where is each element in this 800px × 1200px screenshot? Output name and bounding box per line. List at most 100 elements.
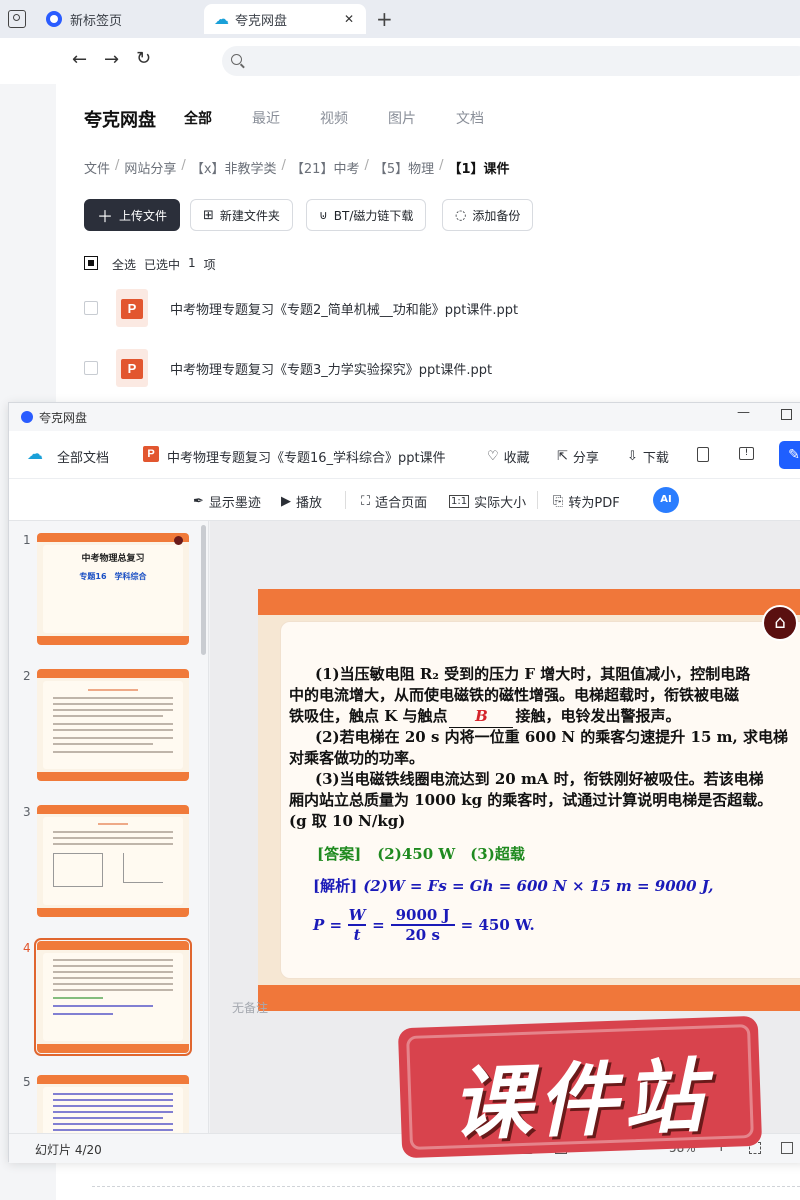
- file-checkbox[interactable]: [84, 301, 98, 315]
- viewer-subtoolbar: ✒ 显示墨迹 ▶ 播放 ⛶ 适合页面 1:1 实际大小 ⎘ 转为PDF AI: [9, 479, 800, 521]
- close-tab-icon[interactable]: ✕: [344, 12, 354, 26]
- select-all-checkbox[interactable]: [84, 256, 98, 270]
- notes-placeholder[interactable]: 无备注: [232, 999, 268, 1016]
- slide-thumbnail[interactable]: [37, 1075, 189, 1133]
- add-backup-button[interactable]: ◌ 添加备份: [442, 199, 534, 231]
- question-1c-before: 铁吸住，触点 K 与触点: [289, 707, 448, 725]
- select-all-label[interactable]: 全选: [112, 256, 136, 273]
- thumbnail-number: 3: [23, 805, 31, 819]
- file-row[interactable]: P 中考物理专题复习《专题3_力学实验探究》ppt课件.ppt: [56, 344, 800, 392]
- cloud-icon: ☁: [27, 444, 43, 463]
- current-slide: (1)当压敏电阻 R₂ 受到的压力 F 增大时，其阻值减小，控制电路 中的电流增…: [258, 589, 800, 1011]
- forward-icon[interactable]: →: [104, 49, 119, 70]
- edit-icon[interactable]: ✎: [779, 441, 800, 469]
- viewer-toolbar: ☁ 全部文档 P 中考物理专题复习《专题16_学科综合》ppt课件 ♡ 收藏 ⇱…: [9, 431, 800, 479]
- selection-status: 已选中 1 项: [144, 256, 216, 273]
- tab-new-tab[interactable]: 新标签页: [38, 4, 200, 34]
- slide-thumbnail-current[interactable]: [34, 938, 192, 1056]
- thumbnail-scrollbar[interactable]: [201, 525, 206, 655]
- home-icon[interactable]: ⌂: [762, 605, 798, 641]
- breadcrumb: 文件 / 网站分享 / 【x】非教学类 / 【21】中考 / 【5】物理 / 【…: [84, 158, 510, 177]
- maximize-icon[interactable]: [781, 409, 792, 420]
- to-pdf-label: 转为PDF: [568, 496, 620, 511]
- new-tab-button[interactable]: +: [376, 7, 393, 31]
- slide-thumbnail[interactable]: 中考物理总复习 专题16 学科综合: [37, 533, 189, 645]
- question-2a: (2)若电梯在 20 s 内将一位重 600 N 的乘客匀速提升 15 m, 求…: [315, 728, 788, 746]
- cloud-icon: ☁: [214, 10, 229, 28]
- fraction-value: 9000 J 20 s: [390, 906, 455, 944]
- tab-search-icon[interactable]: [8, 10, 26, 28]
- address-bar[interactable]: [222, 46, 800, 76]
- file-checkbox[interactable]: [84, 361, 98, 375]
- export-icon[interactable]: [697, 447, 709, 462]
- ink-icon: ✒: [193, 494, 204, 509]
- thumbnail-number: 1: [23, 533, 31, 547]
- thumbnail-title: 中考物理总复习: [81, 554, 145, 564]
- question-1a: (1)当压敏电阻 R₂ 受到的压力 F 增大时，其阻值减小，控制电路: [315, 665, 751, 683]
- thumbnail-subtitle: 专题16 学科综合: [79, 572, 147, 581]
- fit-page-button[interactable]: ⛶ 适合页面: [361, 492, 427, 511]
- show-ink-button[interactable]: ✒ 显示墨迹: [193, 492, 261, 511]
- share-button[interactable]: ⇱ 分享: [557, 447, 599, 466]
- watermark-stamp: 课件站: [397, 1015, 763, 1159]
- nav-video[interactable]: 视频: [320, 108, 348, 128]
- nav-all[interactable]: 全部: [184, 108, 212, 128]
- home-icon: [174, 536, 183, 545]
- slide-content-card: (1)当压敏电阻 R₂ 受到的压力 F 增大时，其阻值减小，控制电路 中的电流增…: [280, 621, 800, 979]
- download-button[interactable]: ⇩ 下载: [627, 447, 669, 466]
- share-icon: ⇱: [557, 449, 568, 464]
- nav-image[interactable]: 图片: [388, 108, 416, 128]
- new-folder-button[interactable]: ⊞ 新建文件夹: [190, 199, 293, 231]
- reload-icon[interactable]: ↻: [136, 48, 151, 69]
- fit-page-label: 适合页面: [375, 496, 428, 511]
- upload-label: 上传文件: [119, 208, 168, 223]
- favorite-label: 收藏: [503, 451, 530, 466]
- actual-size-button[interactable]: 1:1 实际大小: [449, 492, 526, 511]
- slide-thumbnail[interactable]: [37, 805, 189, 917]
- viewer-window-title: 夸克网盘: [39, 411, 88, 425]
- upload-button[interactable]: ＋ 上传文件: [84, 199, 181, 231]
- breadcrumb-separator: /: [439, 158, 444, 173]
- question-2b: 对乘客做功的功率。: [289, 749, 425, 767]
- breadcrumb-item[interactable]: 【5】物理: [374, 158, 434, 177]
- fullscreen-icon[interactable]: [781, 1142, 793, 1154]
- favorite-button[interactable]: ♡ 收藏: [487, 447, 530, 466]
- show-ink-label: 显示墨迹: [208, 496, 261, 511]
- breadcrumb-separator: /: [115, 158, 120, 173]
- file-row[interactable]: P 中考物理专题复习《专题2_简单机械__功和能》ppt课件.ppt: [56, 284, 800, 332]
- play-button[interactable]: ▶ 播放: [281, 492, 322, 511]
- breadcrumb-item[interactable]: 【21】中考: [291, 158, 360, 177]
- file-name[interactable]: 中考物理专题复习《专题2_简单机械__功和能》ppt课件.ppt: [170, 299, 518, 318]
- question-1b: 中的电流增大，从而使电磁铁的磁性增强。电梯超载时，衔铁被电磁: [289, 686, 740, 704]
- answer-line: [答案] (2)450 W (3)超载: [317, 844, 800, 865]
- quark-logo-icon: [21, 411, 33, 423]
- all-docs-link[interactable]: 全部文档: [57, 447, 109, 466]
- watermark-text: 课件站: [449, 1049, 712, 1152]
- analysis-label: [解析]: [313, 877, 358, 895]
- browser-tab-bar: 新标签页 ☁ 夸克网盘 ✕ +: [0, 0, 800, 38]
- feedback-icon[interactable]: !: [739, 447, 754, 460]
- bt-download-button[interactable]: ⊍ BT/磁力链下载: [306, 199, 427, 231]
- breadcrumb-separator: /: [281, 158, 286, 173]
- actual-size-icon: 1:1: [449, 495, 470, 508]
- minimize-icon[interactable]: —: [737, 405, 750, 420]
- file-name[interactable]: 中考物理专题复习《专题3_力学实验探究》ppt课件.ppt: [170, 359, 492, 378]
- to-pdf-button[interactable]: ⎘ 转为PDF: [553, 492, 620, 511]
- breadcrumb-item[interactable]: 文件: [84, 158, 110, 177]
- slide-thumbnail[interactable]: [37, 669, 189, 781]
- nav-doc[interactable]: 文档: [456, 108, 484, 128]
- ai-assistant-icon[interactable]: AI: [653, 487, 679, 513]
- nav-recent[interactable]: 最近: [252, 108, 280, 128]
- tab-quark-pan[interactable]: ☁ 夸克网盘 ✕: [204, 4, 366, 34]
- ppt-file-icon: P: [116, 349, 148, 387]
- breadcrumb-item[interactable]: 网站分享: [124, 158, 176, 177]
- answer-text: (2)450 W (3)超载: [377, 845, 525, 863]
- play-label: 播放: [296, 496, 323, 511]
- magnet-icon: ⊍: [319, 208, 328, 222]
- backup-icon: ◌: [455, 207, 467, 223]
- breadcrumb-item[interactable]: 【x】非教学类: [191, 158, 277, 177]
- plus-icon: ＋: [97, 207, 114, 226]
- question-1c: 铁吸住，触点 K 与触点 B 接触，电铃发出警报声。: [289, 706, 799, 728]
- back-icon[interactable]: ←: [72, 49, 87, 70]
- breadcrumb-separator: /: [181, 158, 186, 173]
